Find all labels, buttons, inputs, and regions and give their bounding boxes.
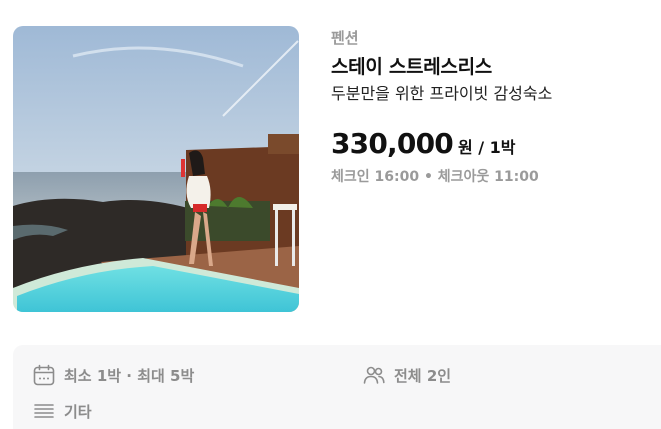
option-etc: 기타	[32, 399, 92, 423]
guests-label: 전체 2인	[394, 366, 452, 385]
category-label: 펜션	[331, 29, 359, 47]
listing-title[interactable]: 스테이 스트레스리스	[331, 55, 651, 79]
option-guests: 전체 2인	[362, 363, 451, 387]
stay-length-label: 최소 1박 · 최대 5박	[64, 366, 195, 385]
checkin-checkout-times: 체크인 16:00 • 체크아웃 11:00	[331, 169, 539, 185]
price-row: 330,000 원 / 1박	[331, 127, 651, 161]
listing-subtitle: 두분만을 위한 프라이빗 감성숙소	[331, 84, 553, 103]
pool-deck-photo	[13, 26, 299, 312]
price-unit: 원 / 1박	[457, 138, 516, 157]
listing-info: 펜션 스테이 스트레스리스 두분만을 위한 프라이빗 감성숙소 330,000 …	[331, 28, 651, 187]
lines-icon	[34, 404, 54, 418]
price-amount: 330,000	[331, 127, 454, 160]
people-icon	[363, 366, 385, 384]
etc-label: 기타	[64, 402, 92, 421]
listing-card[interactable]: 펜션 스테이 스트레스리스 두분만을 위한 프라이빗 감성숙소 330,000 …	[0, 0, 661, 429]
listing-photo[interactable]	[13, 26, 299, 312]
calendar-icon	[33, 364, 55, 386]
option-stay-length: 최소 1박 · 최대 5박	[32, 363, 194, 387]
options-panel: 최소 1박 · 최대 5박 전체 2인 기타	[13, 345, 661, 429]
